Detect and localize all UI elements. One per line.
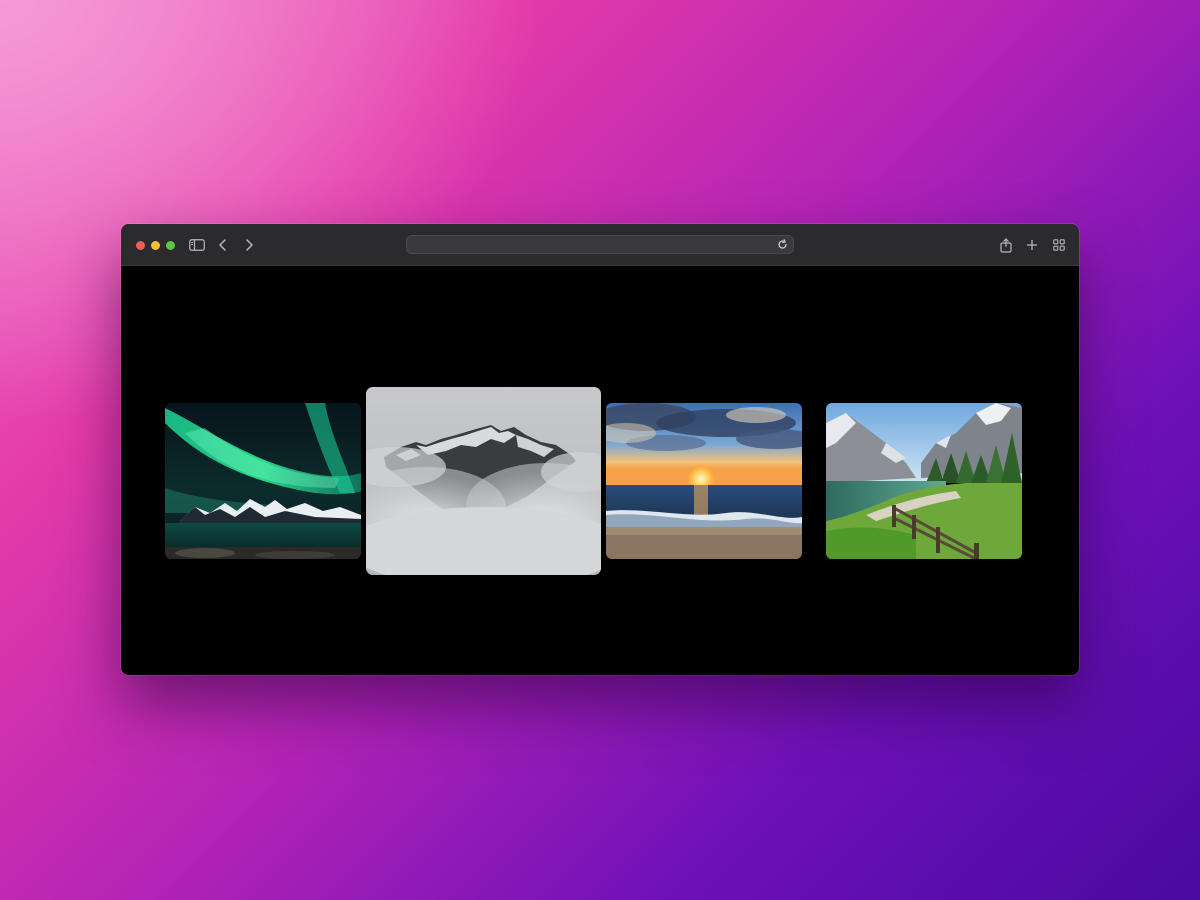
gallery-image-ocean-sunset[interactable] [606,403,802,559]
gallery-image-foggy-mountain[interactable] [366,387,601,575]
gallery-image-aurora[interactable] [165,403,361,559]
forward-icon[interactable] [239,235,259,255]
reload-icon[interactable] [776,238,789,251]
address-bar[interactable] [406,235,794,254]
tab-overview-icon[interactable] [1049,235,1069,255]
gallery-viewport [121,266,1079,675]
minimize-window-button[interactable] [151,241,160,250]
browser-toolbar [121,224,1079,266]
close-window-button[interactable] [136,241,145,250]
new-tab-icon[interactable] [1022,235,1042,255]
share-icon[interactable] [996,235,1016,255]
browser-window [121,224,1079,675]
gallery-image-alpine-lake[interactable] [826,403,1022,559]
zoom-window-button[interactable] [166,241,175,250]
back-icon[interactable] [213,235,233,255]
sidebar-icon[interactable] [187,235,207,255]
